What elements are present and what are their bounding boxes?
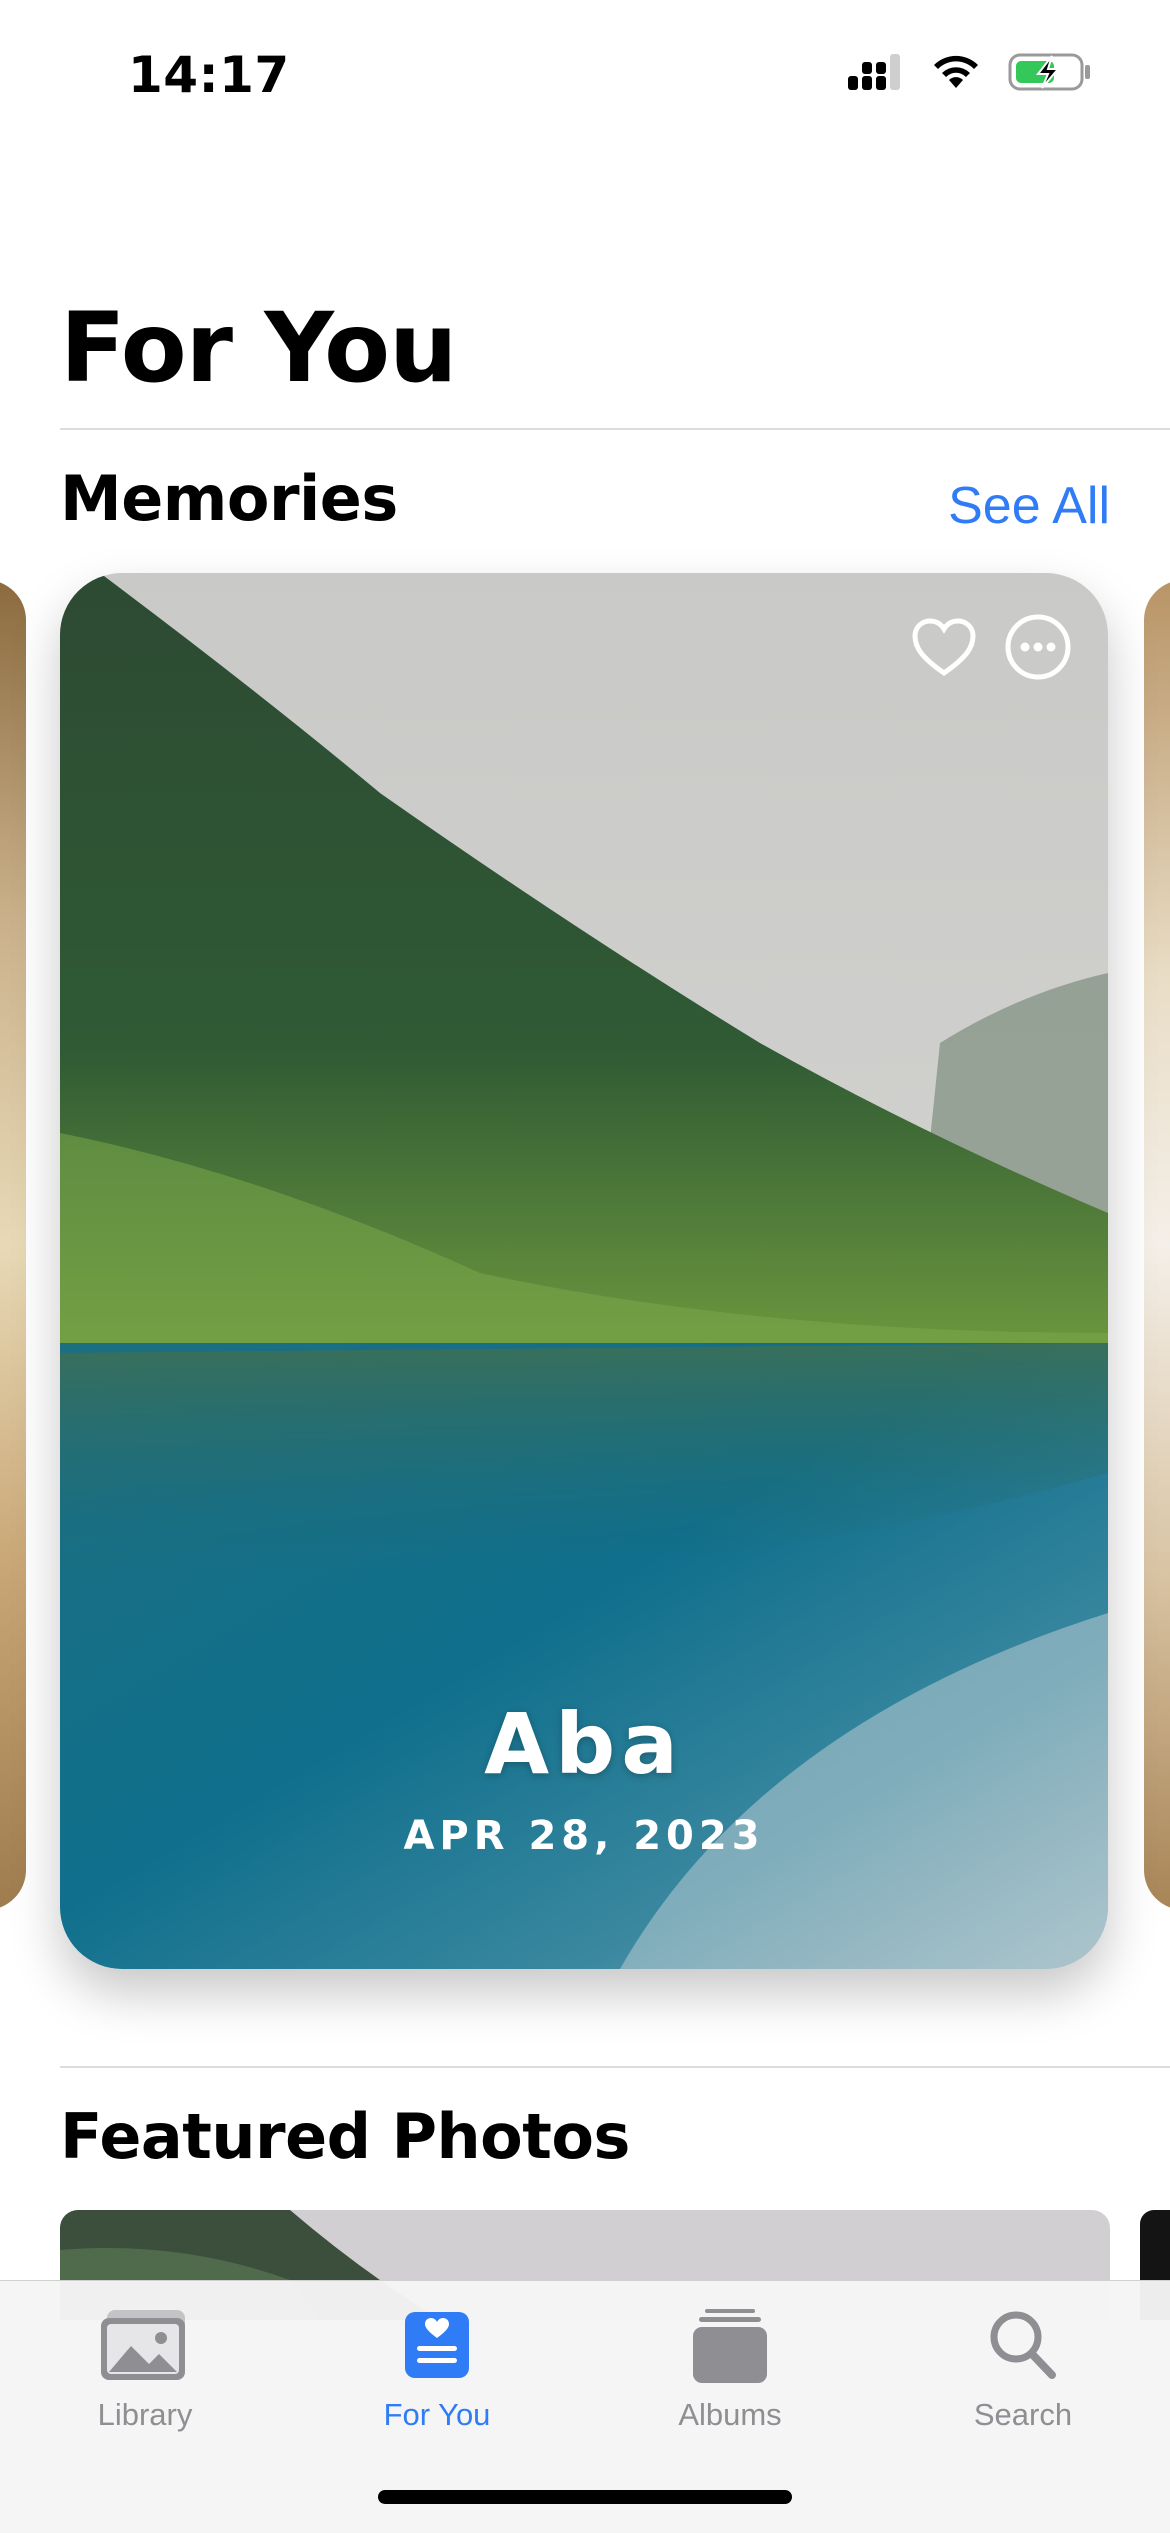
albums-icon [693,2309,767,2383]
next-memory-card[interactable] [1144,580,1170,1910]
tab-library[interactable]: Library [45,2299,245,2449]
header-divider [60,428,1170,430]
search-icon [990,2311,1056,2379]
tab-library-label: Library [97,2397,193,2432]
battery-charging-icon [1008,52,1092,97]
status-icons [846,52,1092,97]
memories-section-title: Memories [60,462,398,535]
tab-albums[interactable]: Albums [630,2299,830,2449]
favorite-memory-button[interactable] [910,613,978,681]
more-icon [1005,614,1071,680]
for-you-icon [405,2312,469,2378]
home-indicator[interactable] [378,2490,792,2504]
wifi-icon [930,52,982,97]
featured-divider [60,2066,1170,2068]
memory-date: APR 28, 2023 [403,1813,765,1859]
status-time: 14:17 [128,46,290,104]
featured-section-title: Featured Photos [60,2100,630,2173]
see-all-memories-link[interactable]: See All [948,476,1110,536]
previous-memory-card[interactable] [0,580,26,1910]
tab-search-label: Search [973,2397,1073,2432]
tab-for-you[interactable]: For You [337,2299,537,2449]
tab-for-you-label: For You [383,2397,491,2432]
more-options-button[interactable] [1004,613,1072,681]
memory-title: Aba [484,1695,684,1793]
heart-icon [912,618,976,677]
status-bar: 14:17 [0,0,1170,150]
memory-card[interactable]: Aba APR 28, 2023 [60,573,1108,1969]
page-title: For You [60,292,457,404]
tab-search[interactable]: Search [923,2299,1123,2449]
photo-library-icon [101,2310,185,2380]
tab-albums-label: Albums [678,2397,782,2432]
cellular-signal-icon [846,52,904,97]
